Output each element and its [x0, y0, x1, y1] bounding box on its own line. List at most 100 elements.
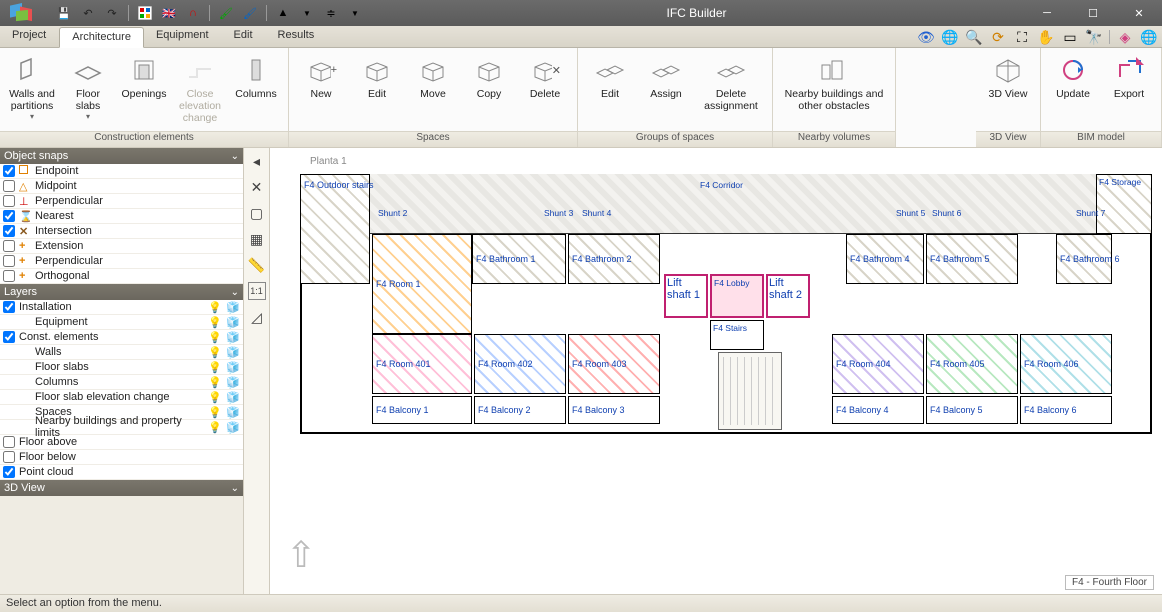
layer-row[interactable]: Floor slabs💡🧊	[0, 360, 243, 375]
ribbon-columns[interactable]: Columns	[230, 52, 282, 100]
undo-icon[interactable]: ↶	[80, 5, 96, 21]
ribbon-update[interactable]: Update	[1047, 52, 1099, 100]
snap-endpoint[interactable]: Endpoint	[0, 164, 243, 179]
snap-checkbox[interactable]	[3, 210, 15, 222]
snap-orthogonal[interactable]: +Orthogonal	[0, 269, 243, 284]
flag-icon[interactable]: 🇬🇧	[161, 5, 177, 21]
bulb-icon[interactable]: 💡	[208, 376, 222, 389]
layer-checkbox[interactable]	[3, 466, 15, 478]
layers-header[interactable]: Layers⌄	[0, 284, 243, 300]
layer-row[interactable]: Point cloud	[0, 465, 243, 480]
bulb-icon[interactable]: 💡	[208, 301, 222, 314]
maximize-button[interactable]: ☐	[1070, 0, 1116, 26]
scale-icon[interactable]: 1:1	[248, 282, 266, 300]
snap-checkbox[interactable]	[3, 180, 15, 192]
bulb-icon[interactable]: 💡	[208, 346, 222, 359]
layer-row[interactable]: Floor above	[0, 435, 243, 450]
close-button[interactable]: ✕	[1116, 0, 1162, 26]
layer-checkbox[interactable]	[3, 301, 15, 313]
layers-icon[interactable]: ◈	[1116, 28, 1134, 46]
layer-row[interactable]: Floor slab elevation change💡🧊	[0, 390, 243, 405]
ribbon-edit[interactable]: Edit	[584, 52, 636, 100]
angle-icon[interactable]: ◿	[248, 308, 266, 326]
bulb-icon[interactable]: 💡	[208, 331, 222, 344]
cube-icon[interactable]: 🧊	[226, 376, 240, 389]
ribbon-edit[interactable]: Edit	[351, 52, 403, 100]
layer-row[interactable]: Installation💡🧊	[0, 300, 243, 315]
cube-icon[interactable]: 🧊	[226, 406, 240, 419]
cube-icon[interactable]: 🧊	[226, 316, 240, 329]
globe-icon[interactable]: 🌐	[941, 28, 959, 46]
snap-checkbox[interactable]	[3, 255, 15, 267]
minimize-button[interactable]: ─	[1024, 0, 1070, 26]
snap-checkbox[interactable]	[3, 240, 15, 252]
tab-project[interactable]: Project	[0, 26, 59, 47]
ribbon-delete[interactable]: ✕Delete	[519, 52, 571, 100]
rect-icon[interactable]: ▢	[248, 204, 266, 222]
cube-icon[interactable]: 🧊	[226, 301, 240, 314]
layer-row[interactable]: Columns💡🧊	[0, 375, 243, 390]
tab-results[interactable]: Results	[266, 26, 328, 47]
cursor-icon[interactable]: ◂	[248, 152, 266, 170]
object-snaps-header[interactable]: Object snaps⌄	[0, 148, 243, 164]
layer-row[interactable]: Const. elements💡🧊	[0, 330, 243, 345]
window-icon[interactable]: ▭	[1061, 28, 1079, 46]
snap-perpendicular[interactable]: ⊥Perpendicular	[0, 194, 243, 209]
bulb-icon[interactable]: 💡	[208, 316, 222, 329]
layer-checkbox[interactable]	[3, 436, 15, 448]
snap-intersection[interactable]: ✕Intersection	[0, 224, 243, 239]
ruler-icon[interactable]: 📏	[248, 256, 266, 274]
layer-row[interactable]: Floor below	[0, 450, 243, 465]
ribbon-3d-view[interactable]: 3D View	[982, 52, 1034, 100]
globe-blue-icon[interactable]: 🌐	[1140, 28, 1158, 46]
cube-icon[interactable]: 🧊	[226, 361, 240, 374]
drawing-canvas[interactable]: Planta 1 F4 Corridor F4 Outdoor stairs F…	[270, 148, 1162, 594]
snap-midpoint[interactable]: △Midpoint	[0, 179, 243, 194]
snap-checkbox[interactable]	[3, 225, 15, 237]
snap-checkbox[interactable]	[3, 195, 15, 207]
snap-checkbox[interactable]	[3, 165, 15, 177]
ribbon-move[interactable]: Move	[407, 52, 459, 100]
refresh-icon[interactable]: ⟳	[989, 28, 1007, 46]
config-icon[interactable]	[137, 5, 153, 21]
ribbon-export[interactable]: Export	[1103, 52, 1155, 100]
ribbon-openings[interactable]: Openings	[118, 52, 170, 100]
layer-row[interactable]: Nearby buildings and property limits💡🧊	[0, 420, 243, 435]
tab-equipment[interactable]: Equipment	[144, 26, 222, 47]
magnet-icon[interactable]: ∩	[185, 5, 201, 21]
up-arrow-icon[interactable]: ▲	[275, 5, 291, 21]
layer-row[interactable]: Walls💡🧊	[0, 345, 243, 360]
bulb-icon[interactable]: 💡	[208, 406, 222, 419]
bulb-icon[interactable]: 💡	[208, 421, 222, 434]
ribbon-floor-slabs[interactable]: Floor slabs▾	[62, 52, 114, 121]
binoculars-icon[interactable]: 🔭	[1085, 28, 1103, 46]
cube-icon[interactable]: 🧊	[226, 421, 240, 434]
save-icon[interactable]: 💾	[56, 5, 72, 21]
eye-icon[interactable]: 👁	[917, 28, 935, 46]
paint-icon[interactable]: 🖌	[218, 5, 234, 21]
cube-icon[interactable]: 🧊	[226, 346, 240, 359]
layer-checkbox[interactable]	[3, 451, 15, 463]
ribbon-delete-assignment[interactable]: Delete assignment	[696, 52, 766, 112]
bulb-icon[interactable]: 💡	[208, 361, 222, 374]
floor-chip[interactable]: F4 - Fourth Floor	[1065, 575, 1154, 590]
ribbon-walls-and-partitions[interactable]: Walls and partitions▾	[6, 52, 58, 121]
layer-row[interactable]: Equipment💡🧊	[0, 315, 243, 330]
cube-icon[interactable]: 🧊	[226, 331, 240, 344]
snap-perpendicular[interactable]: +Perpendicular	[0, 254, 243, 269]
tab-architecture[interactable]: Architecture	[59, 27, 144, 48]
3dview-header[interactable]: 3D View⌄	[0, 480, 243, 496]
ribbon-assign[interactable]: Assign	[640, 52, 692, 100]
wrench-icon[interactable]: ✕	[248, 178, 266, 196]
hand-icon[interactable]: ✋	[1037, 28, 1055, 46]
snap-checkbox[interactable]	[3, 270, 15, 282]
ribbon-nearby-buildings-and-other-obstacles[interactable]: Nearby buildings and other obstacles	[779, 52, 889, 112]
grid-icon[interactable]: ▦	[248, 230, 266, 248]
layer-checkbox[interactable]	[3, 331, 15, 343]
snap-extension[interactable]: +Extension	[0, 239, 243, 254]
redo-icon[interactable]: ↷	[104, 5, 120, 21]
sort-icon[interactable]: ≑	[323, 5, 339, 21]
ribbon-new[interactable]: +New	[295, 52, 347, 100]
zoom-icon[interactable]: 🔍	[965, 28, 983, 46]
cube-icon[interactable]: 🧊	[226, 391, 240, 404]
